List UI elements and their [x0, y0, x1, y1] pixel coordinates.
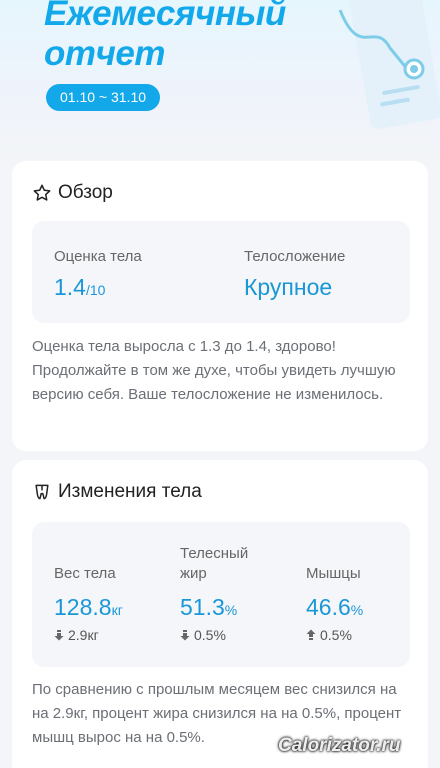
weight-change: 2.9кг: [54, 627, 99, 643]
arrow-down-icon: [54, 630, 64, 641]
body-build-label: Телосложение: [244, 248, 346, 265]
body-changes-title: Изменения тела: [58, 481, 202, 502]
arrow-down-icon: [180, 630, 190, 641]
body-changes-card: Изменения тела Вес тела 128.8кг 2.9кг Те…: [12, 460, 428, 768]
star-outline-icon: [32, 183, 52, 203]
page-title: Ежемесячный отчет: [44, 0, 286, 73]
date-range-badge[interactable]: 01.10 ~ 31.10: [46, 84, 161, 111]
body-fat-label: Телесный жир: [180, 545, 249, 582]
watermark: Calorizator.ru: [278, 735, 401, 756]
body-fat-value: 51.3%: [180, 594, 238, 620]
muscle-value: 46.6%: [306, 594, 364, 620]
report-illustration-icon: [338, 0, 440, 129]
overview-card: Обзор Оценка тела 1.4/10 Телосложение Кр…: [12, 161, 428, 451]
body-build-value: Крупное: [244, 274, 333, 300]
body-score-label: Оценка тела: [54, 248, 142, 265]
muscle-label: Мышцы: [306, 565, 361, 582]
body-figure-icon: [32, 482, 52, 502]
body-changes-header: Изменения тела: [32, 480, 202, 504]
weight-value: 128.8кг: [54, 594, 123, 620]
weight-label: Вес тела: [54, 565, 116, 582]
muscle-change: 0.5%: [306, 627, 352, 643]
body-changes-panel: Вес тела 128.8кг 2.9кг Телесный жир 51.3…: [32, 522, 410, 667]
overview-title: Обзор: [58, 182, 113, 203]
body-fat-change: 0.5%: [180, 627, 226, 643]
arrow-up-icon: [306, 629, 316, 640]
overview-header: Обзор: [32, 181, 113, 205]
overview-description: Оценка тела выросла с 1.3 до 1.4, здоров…: [32, 338, 396, 403]
body-score-value: 1.4/10: [54, 274, 106, 300]
report-header: Ежемесячный отчет 01.10 ~ 31.10: [0, 0, 440, 160]
overview-stats-panel: Оценка тела 1.4/10 Телосложение Крупное: [32, 221, 410, 323]
